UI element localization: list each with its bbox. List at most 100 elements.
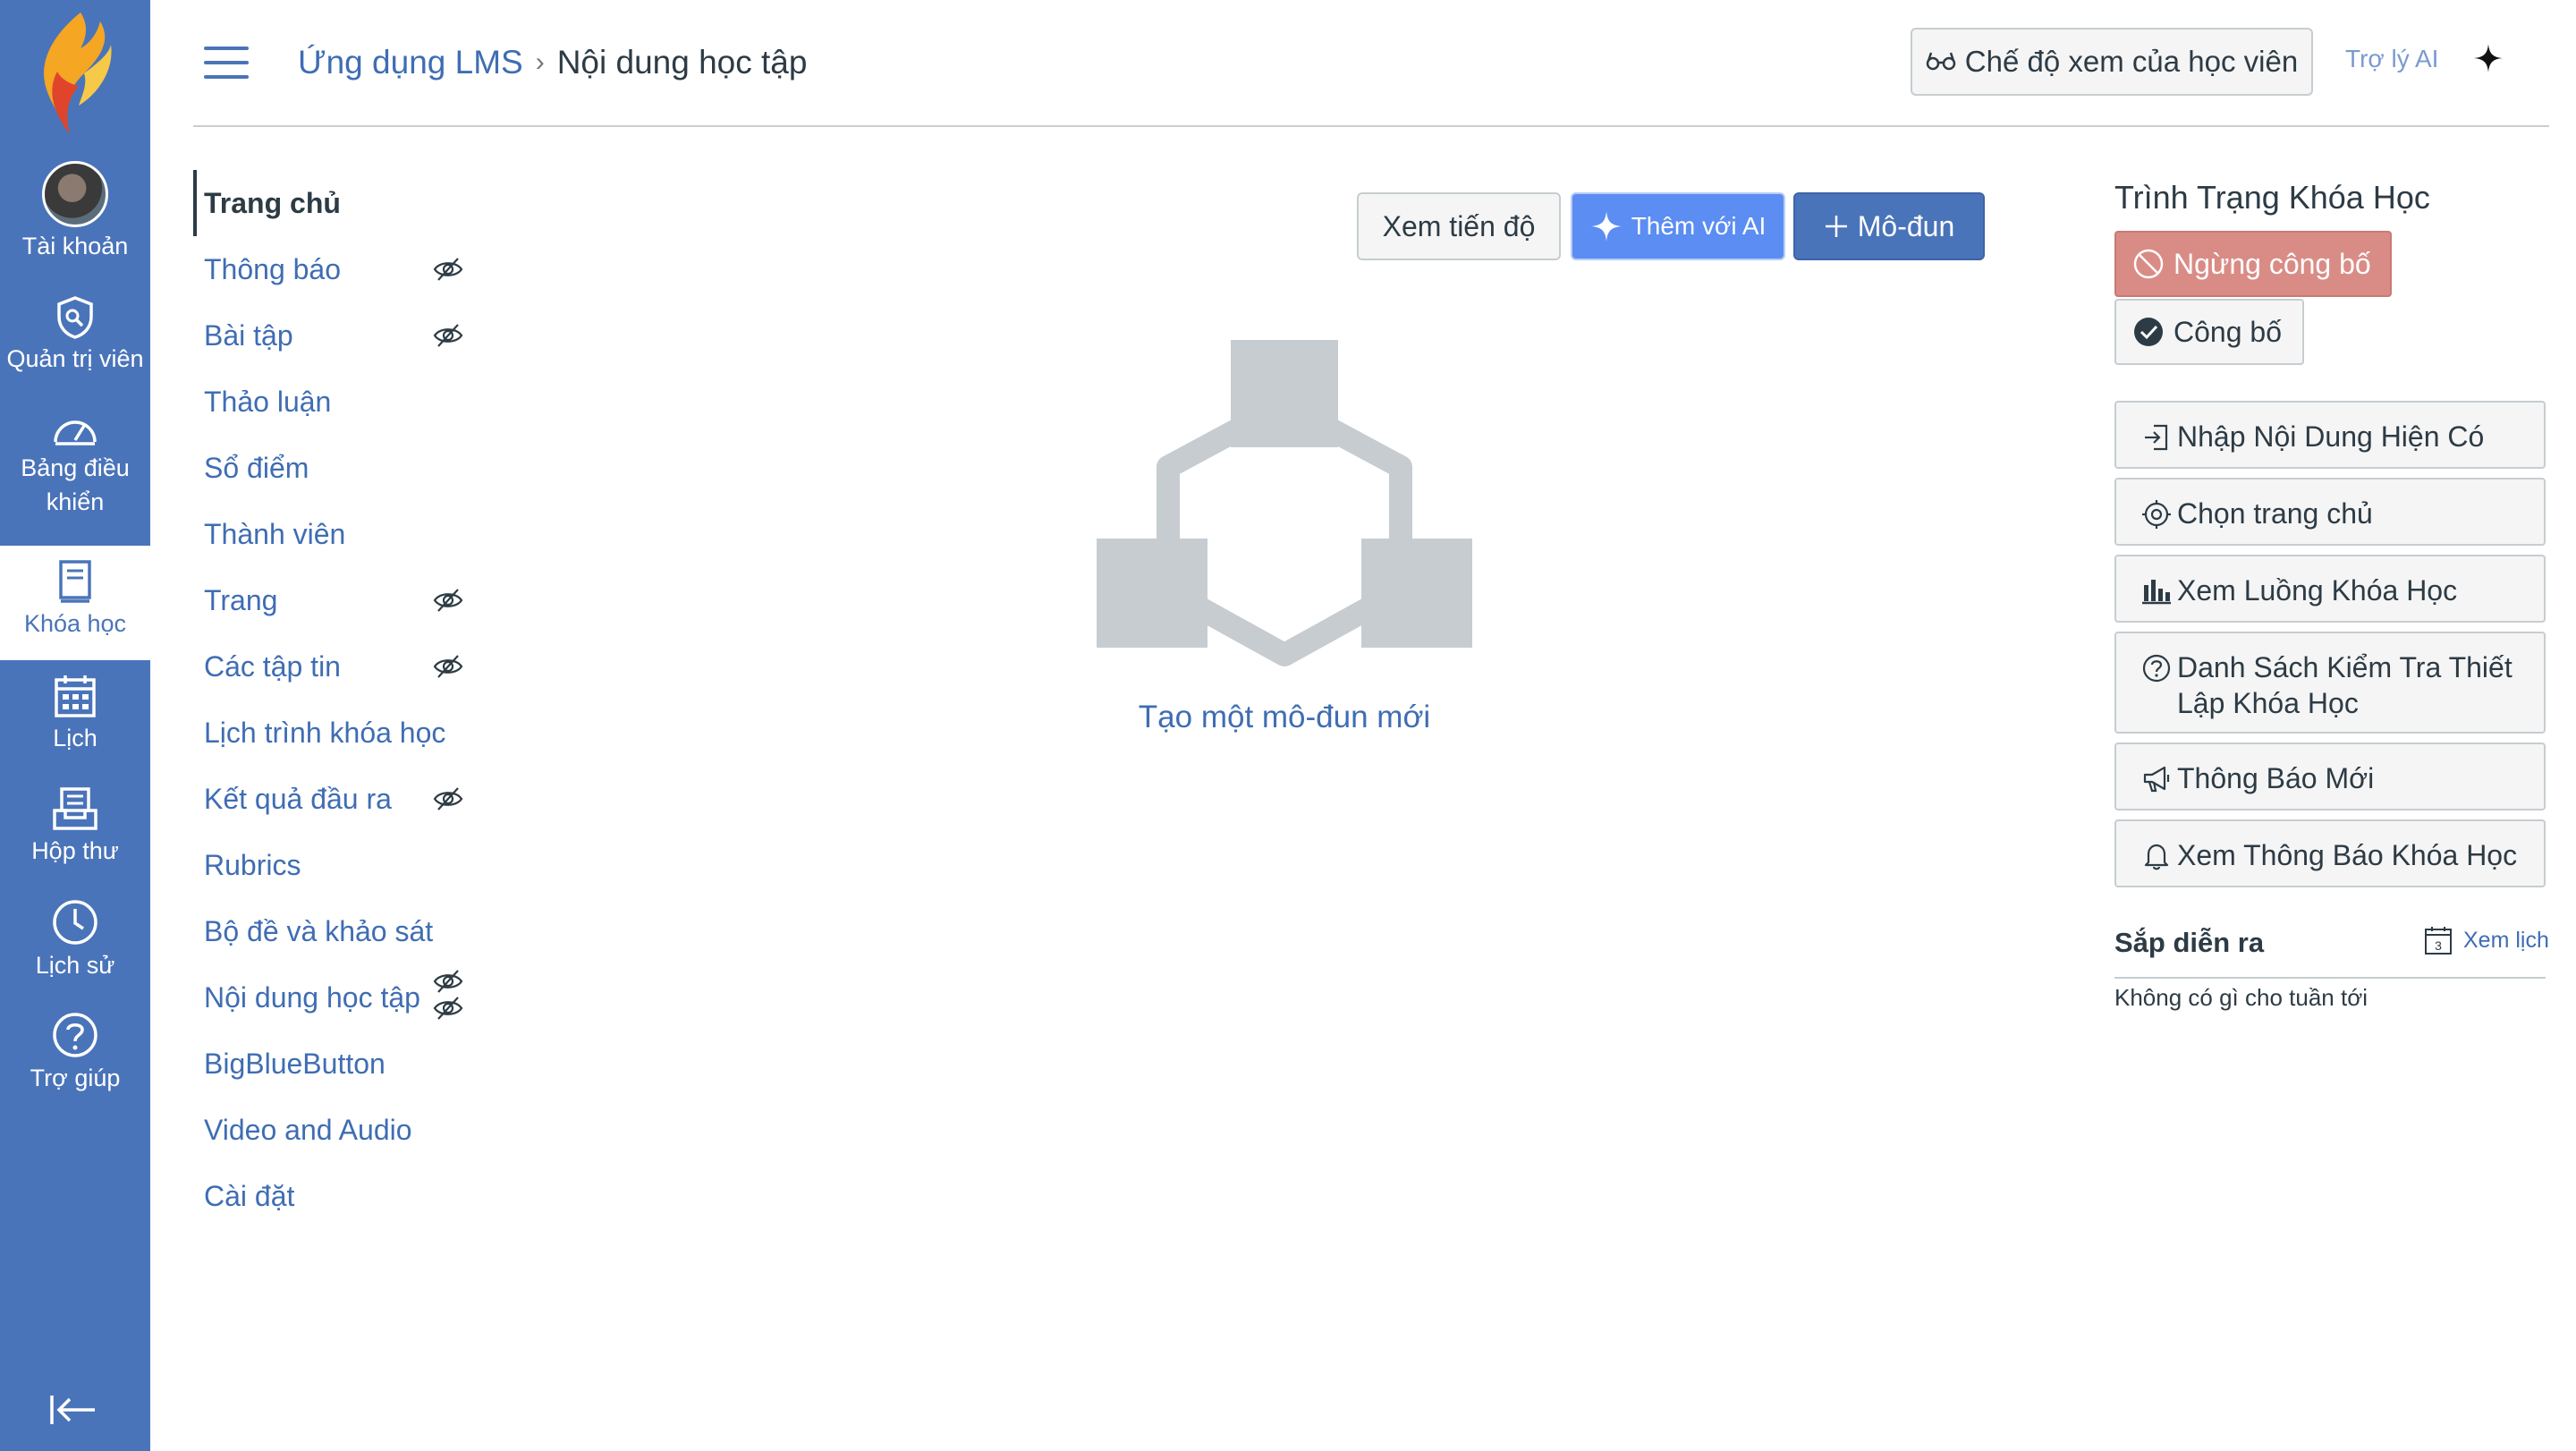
calendar-day-number: 3 bbox=[2435, 938, 2442, 953]
target-icon bbox=[2142, 500, 2171, 529]
unpublish-button[interactable]: Ngừng công bố bbox=[2114, 231, 2392, 297]
import-content-label: Nhập Nội Dung Hiện Có bbox=[2177, 420, 2485, 453]
nav-label: Quản trị viên bbox=[6, 345, 144, 372]
plus-icon bbox=[1825, 216, 1847, 237]
nav-label: Trợ giúp bbox=[30, 1065, 121, 1091]
course-nav-settings[interactable]: Cài đặt bbox=[193, 1163, 479, 1229]
view-calendar-link[interactable]: 3 Xem lịch bbox=[2424, 925, 2549, 955]
course-nav-outcomes[interactable]: Kết quả đầu ra bbox=[193, 766, 479, 832]
shield-icon bbox=[57, 296, 93, 339]
course-nav-label: Thành viên bbox=[204, 517, 346, 550]
nav-item-calendar[interactable]: Lịch bbox=[0, 673, 150, 755]
hamburger-bar bbox=[204, 75, 249, 79]
question-circle-icon bbox=[2142, 654, 2171, 683]
courses-icon bbox=[59, 560, 91, 603]
course-nav-label: Bộ đề và khảo sát bbox=[204, 914, 434, 947]
choose-home-page-label: Chọn trang chủ bbox=[2177, 497, 2373, 530]
course-nav-label: BigBlueButton bbox=[204, 1047, 386, 1080]
eye-slash-icon bbox=[433, 655, 463, 678]
course-nav-label: Trang bbox=[204, 583, 278, 616]
course-status-title: Trình Trạng Khóa Học bbox=[2114, 179, 2430, 216]
setup-checklist-label: Danh Sách Kiểm Tra Thiết Lập Khóa Học bbox=[2177, 651, 2512, 719]
publish-label: Công bố bbox=[2174, 315, 2282, 348]
avatar bbox=[42, 161, 108, 227]
setup-checklist-button[interactable]: Danh Sách Kiểm Tra Thiết Lập Khóa Học bbox=[2114, 632, 2546, 734]
breadcrumb: Ứng dụng LMS › Nội dung học tập bbox=[298, 39, 807, 86]
help-icon bbox=[53, 1013, 97, 1057]
course-stream-label: Xem Luồng Khóa Học bbox=[2177, 574, 2458, 607]
course-stream-button[interactable]: Xem Luồng Khóa Học bbox=[2114, 555, 2546, 623]
nav-item-account[interactable]: Tài khoản bbox=[0, 161, 150, 263]
new-announcement-button[interactable]: Thông Báo Mới bbox=[2114, 742, 2546, 810]
eye-slash-icon bbox=[433, 589, 463, 612]
add-with-ai-button[interactable]: Thêm với AI bbox=[1571, 192, 1785, 260]
course-nav-label: Kết quả đầu ra bbox=[204, 782, 392, 815]
course-nav-people[interactable]: Thành viên bbox=[193, 501, 479, 567]
collapse-nav-icon[interactable] bbox=[48, 1392, 98, 1428]
nav-item-admin[interactable]: Quản trị viên bbox=[0, 295, 150, 376]
course-nav-announcements[interactable]: Thông báo bbox=[193, 236, 479, 302]
clock-icon bbox=[53, 900, 97, 945]
glasses-icon bbox=[1926, 52, 1956, 71]
course-nav-bigbluebutton[interactable]: BigBlueButton bbox=[193, 1031, 479, 1097]
header-divider bbox=[193, 125, 2549, 127]
dashboard-icon bbox=[54, 420, 97, 445]
view-progress-label: Xem tiến độ bbox=[1382, 209, 1536, 242]
student-view-button[interactable]: Chế độ xem của học viên bbox=[1911, 28, 2313, 96]
course-nav-files[interactable]: Các tập tin bbox=[193, 633, 479, 700]
hamburger-bar bbox=[204, 47, 249, 50]
sparkle-icon bbox=[1590, 211, 1622, 242]
course-nav-assignments[interactable]: Bài tập bbox=[193, 302, 479, 369]
course-nav-quizzes[interactable]: Bộ đề và khảo sát bbox=[193, 898, 479, 964]
course-menu-toggle[interactable] bbox=[204, 47, 249, 79]
modules-empty-state-icon[interactable] bbox=[1097, 340, 1472, 689]
create-module-link[interactable]: Tạo một mô-đun mới bbox=[1097, 700, 1472, 735]
breadcrumb-current: Nội dung học tập bbox=[556, 44, 808, 81]
eye-slash-icon bbox=[433, 258, 463, 281]
course-nav-video-audio[interactable]: Video and Audio bbox=[193, 1097, 479, 1163]
publish-button[interactable]: Công bố bbox=[2114, 299, 2304, 365]
breadcrumb-separator-icon: › bbox=[535, 47, 545, 77]
sparkle-icon[interactable] bbox=[2473, 43, 2504, 73]
course-notifications-button[interactable]: Xem Thông Báo Khóa Học bbox=[2114, 819, 2546, 887]
nav-item-help[interactable]: Trợ giúp bbox=[0, 1011, 150, 1095]
hamburger-bar bbox=[204, 61, 249, 64]
course-nav-label: Sổ điểm bbox=[204, 451, 309, 484]
choose-home-page-button[interactable]: Chọn trang chủ bbox=[2114, 478, 2546, 546]
nav-label: Lịch sử bbox=[35, 952, 115, 979]
nav-item-history[interactable]: Lịch sử bbox=[0, 898, 150, 982]
course-nav-rubrics[interactable]: Rubrics bbox=[193, 832, 479, 898]
view-calendar-label: Xem lịch bbox=[2463, 927, 2549, 953]
course-nav-discussions[interactable]: Thảo luận bbox=[193, 369, 479, 435]
course-nav-label: Thông báo bbox=[204, 252, 342, 285]
unpublish-label: Ngừng công bố bbox=[2174, 247, 2371, 280]
nav-label: Hộp thư bbox=[31, 837, 119, 864]
course-nav-pages[interactable]: Trang bbox=[193, 567, 479, 633]
nav-item-dashboard[interactable]: Bảng điều khiển bbox=[0, 410, 150, 519]
add-with-ai-label: Thêm với AI bbox=[1631, 212, 1767, 240]
course-nav-grades[interactable]: Sổ điểm bbox=[193, 435, 479, 501]
flame-logo-icon[interactable] bbox=[34, 9, 116, 136]
nav-item-courses[interactable]: Khóa học bbox=[0, 546, 150, 660]
course-nav-label: Rubrics bbox=[204, 848, 301, 881]
course-nav-home[interactable]: Trang chủ bbox=[193, 170, 479, 236]
check-circle-icon bbox=[2134, 318, 2163, 346]
nav-label: Tài khoản bbox=[21, 233, 129, 259]
nav-label: Bảng điều khiển bbox=[21, 454, 130, 515]
nav-label: Lịch bbox=[53, 725, 97, 751]
add-module-label: Mô-đun bbox=[1857, 209, 1955, 242]
course-nav-syllabus[interactable]: Lịch trình khóa học bbox=[193, 700, 479, 766]
ai-assistant-link[interactable]: Trợ lý AI bbox=[2345, 45, 2438, 73]
student-view-label: Chế độ xem của học viên bbox=[1964, 45, 2299, 78]
nav-item-inbox[interactable]: Hộp thư bbox=[0, 785, 150, 868]
eye-slash-icon bbox=[433, 970, 463, 993]
course-nav-modules[interactable]: Nội dung học tập bbox=[193, 964, 479, 1031]
breadcrumb-root-link[interactable]: Ứng dụng LMS bbox=[298, 39, 523, 86]
import-content-button[interactable]: Nhập Nội Dung Hiện Có bbox=[2114, 401, 2546, 469]
course-nav-label: Video and Audio bbox=[204, 1113, 412, 1146]
view-progress-button[interactable]: Xem tiến độ bbox=[1357, 192, 1561, 260]
upcoming-empty-message: Không có gì cho tuần tới bbox=[2114, 984, 2368, 1011]
bell-icon bbox=[2144, 844, 2169, 870]
eye-slash-icon bbox=[433, 997, 463, 1020]
add-module-button[interactable]: Mô-đun bbox=[1793, 192, 1985, 260]
